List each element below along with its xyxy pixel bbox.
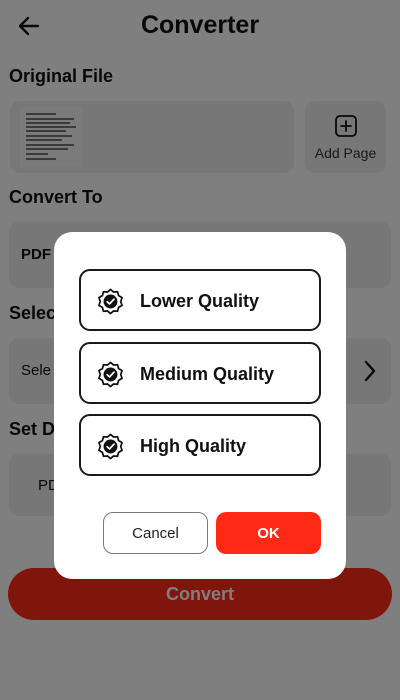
option-label: Medium Quality <box>140 364 275 384</box>
cancel-button[interactable]: Cancel <box>103 512 208 554</box>
verified-badge-icon <box>98 288 123 315</box>
option-label: High Quality <box>140 436 247 456</box>
option-high-quality[interactable]: High Quality <box>79 414 321 476</box>
option-label: Lower Quality <box>140 291 260 311</box>
verified-badge-icon <box>98 361 123 388</box>
option-medium-quality[interactable]: Medium Quality <box>79 342 321 404</box>
quality-dialog: Lower Quality Medium Quality High Qualit… <box>54 232 346 579</box>
option-lower-quality[interactable]: Lower Quality <box>79 269 321 331</box>
ok-button[interactable]: OK <box>216 512 321 554</box>
verified-badge-icon <box>98 433 123 460</box>
